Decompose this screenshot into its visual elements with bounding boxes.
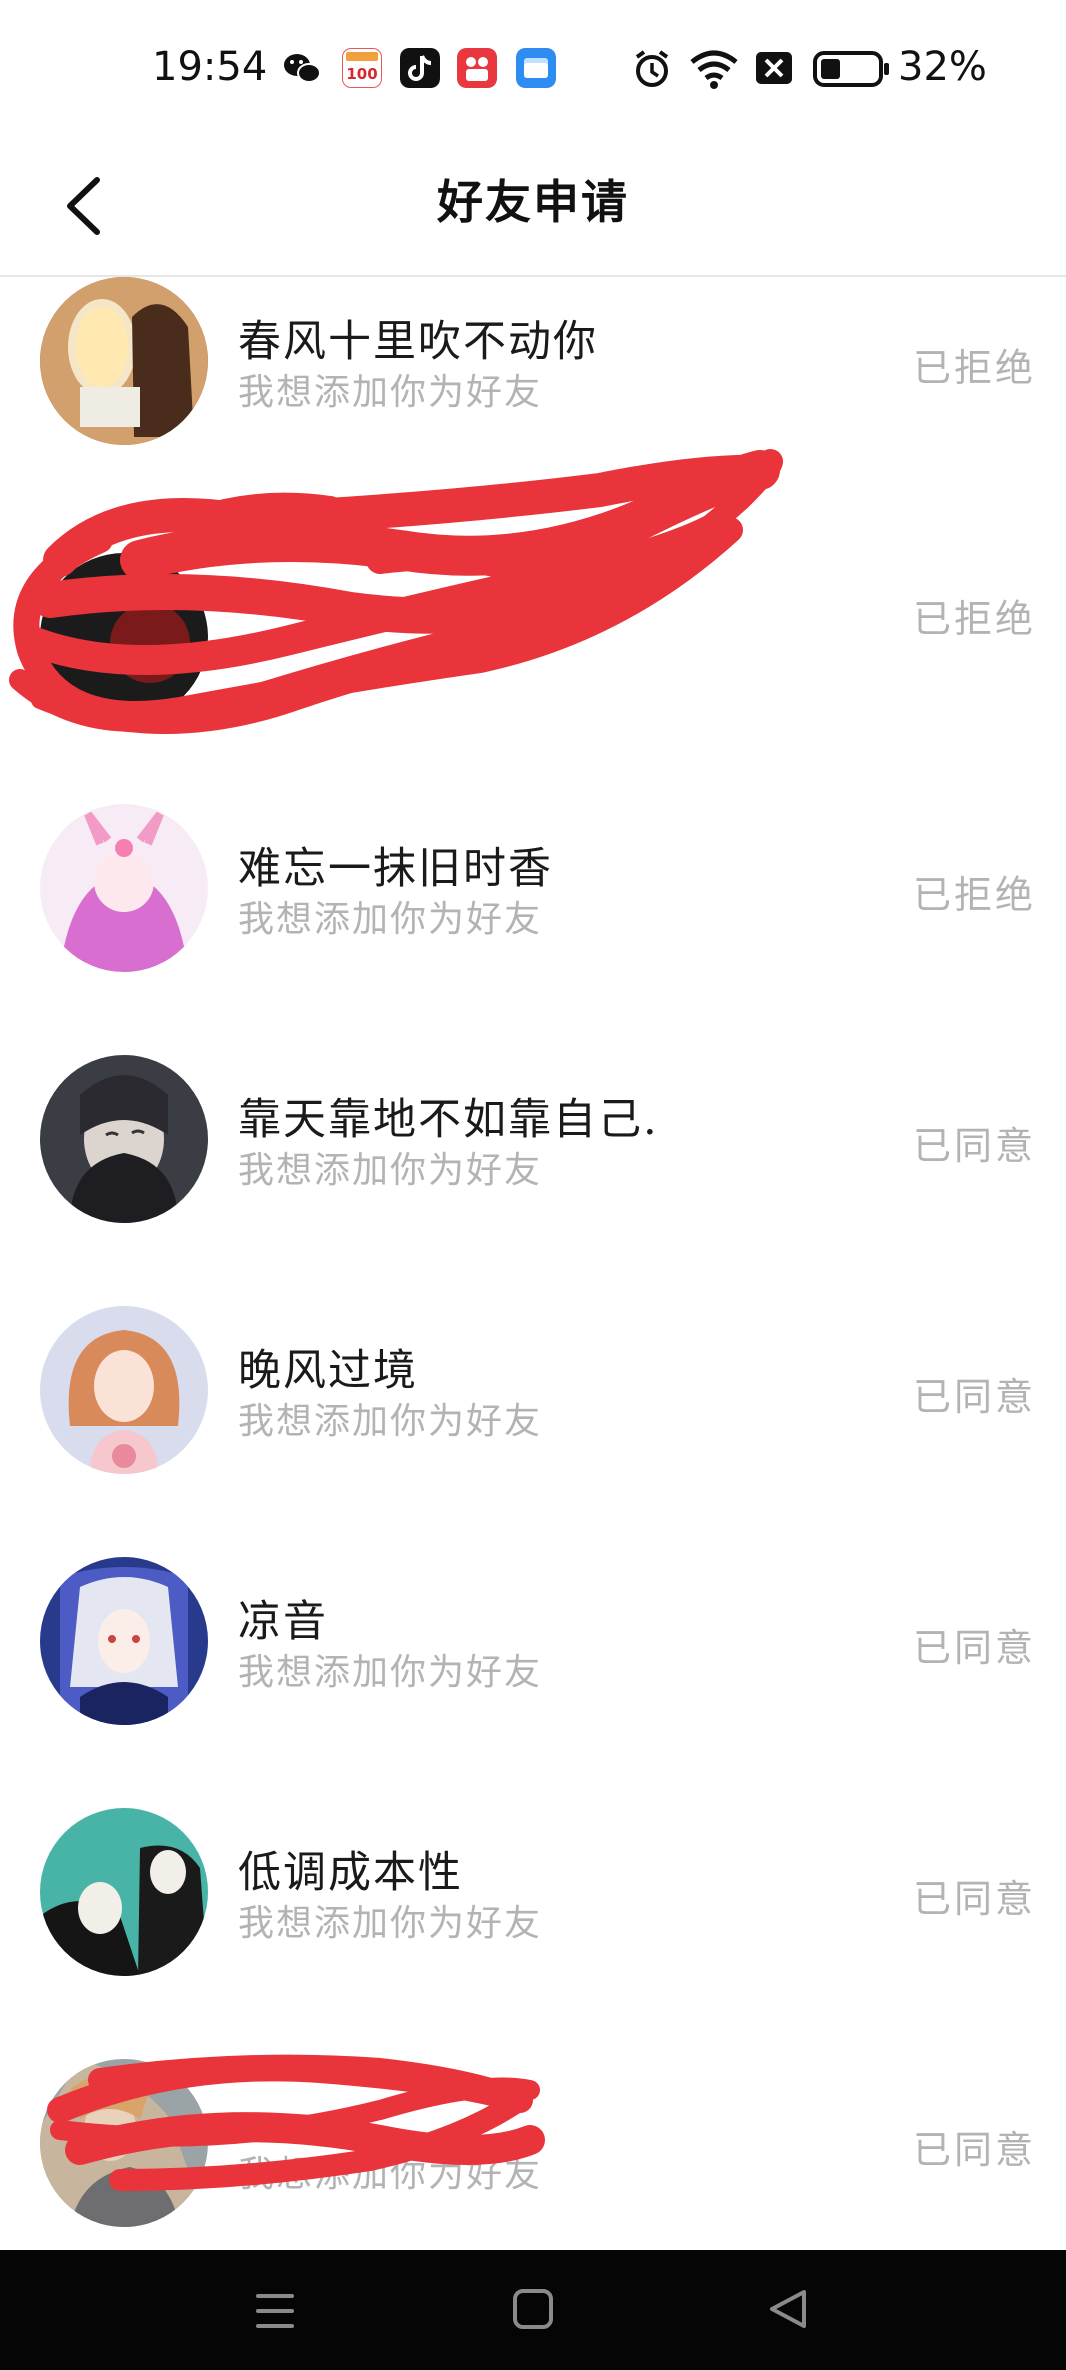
request-message: 我想添加你为好友: [238, 2154, 543, 2195]
request-message: 我想添加你为好友: [238, 1652, 543, 1693]
avatar[interactable]: [40, 1306, 208, 1474]
request-status: 已拒绝: [912, 346, 1036, 390]
svg-text:100: 100: [346, 65, 377, 83]
request-status: 已拒绝: [912, 597, 1036, 641]
status-time: 19:54: [152, 44, 268, 90]
wechat-icon: [284, 54, 321, 83]
request-message: 我想添加你为好友: [238, 899, 543, 940]
alarm-icon: [635, 50, 669, 87]
request-name: 难忘一抹旧时香: [238, 844, 553, 894]
kuaishou-icon: [457, 48, 497, 88]
avatar[interactable]: [40, 1055, 208, 1223]
avatar[interactable]: [40, 1808, 208, 1976]
wifi-icon: [690, 50, 738, 89]
battery-icon: [813, 51, 889, 87]
request-item[interactable]: 已拒绝: [0, 528, 1066, 779]
request-item[interactable]: 难忘一抹旧时香 我想添加你为好友 已拒绝: [0, 779, 1066, 1030]
home-icon[interactable]: [508, 2284, 558, 2334]
request-item[interactable]: 春风十里吹不动你 我想添加你为好友 已拒绝: [0, 277, 1066, 528]
request-name: 春风十里吹不动你: [238, 317, 598, 367]
navigation-bar: 好友申请: [0, 140, 1066, 277]
request-item[interactable]: 晚风过境 我想添加你为好友 已同意: [0, 1281, 1066, 1532]
tiktok-icon: [400, 48, 440, 88]
request-name: 凉音: [238, 1597, 328, 1647]
avatar[interactable]: [40, 2059, 208, 2227]
request-status: 已拒绝: [912, 873, 1036, 917]
request-item[interactable]: 凉音 我想添加你为好友 已同意: [0, 1532, 1066, 1783]
request-message: 我想添加你为好友: [238, 372, 543, 413]
request-message: 我想添加你为好友: [238, 1401, 543, 1442]
back-triangle-icon[interactable]: [764, 2284, 814, 2334]
avatar[interactable]: [40, 277, 208, 445]
request-status: 已同意: [912, 1877, 1036, 1921]
request-status: 已同意: [912, 1124, 1036, 1168]
request-status: 已同意: [912, 1375, 1036, 1419]
request-message: 我想添加你为好友: [238, 1150, 543, 1191]
request-name: 靠天靠地不如靠自己.: [238, 1095, 659, 1145]
page-title: 好友申请: [437, 175, 629, 229]
request-item[interactable]: 靠天靠地不如靠自己. 我想添加你为好友 已同意: [0, 1030, 1066, 1281]
menu-icon[interactable]: [250, 2286, 300, 2336]
avatar[interactable]: [40, 553, 208, 721]
request-name: 晚风过境: [238, 1346, 418, 1396]
battery-percent: 32%: [898, 44, 987, 90]
xiaoyuan-100-icon: 100: [342, 48, 382, 88]
request-message: 我想添加你为好友: [238, 1903, 543, 1944]
request-item[interactable]: 低调成本性 我想添加你为好友 已同意: [0, 1783, 1066, 2034]
friend-request-list: 春风十里吹不动你 我想添加你为好友 已拒绝 已拒绝 难忘一抹旧时香 我想添加你为…: [0, 277, 1066, 2285]
avatar[interactable]: [40, 804, 208, 972]
request-status: 已同意: [912, 1626, 1036, 1670]
avatar[interactable]: [40, 1557, 208, 1725]
system-navigation-bar: [0, 2250, 1066, 2370]
files-icon: [516, 48, 556, 88]
status-bar: 19:54 100 32%: [0, 0, 1066, 140]
request-name: 低调成本性: [238, 1848, 463, 1898]
request-status: 已同意: [912, 2128, 1036, 2172]
no-sim-icon: [756, 52, 792, 84]
request-item[interactable]: 我想添加你为好友 已同意: [0, 2034, 1066, 2285]
